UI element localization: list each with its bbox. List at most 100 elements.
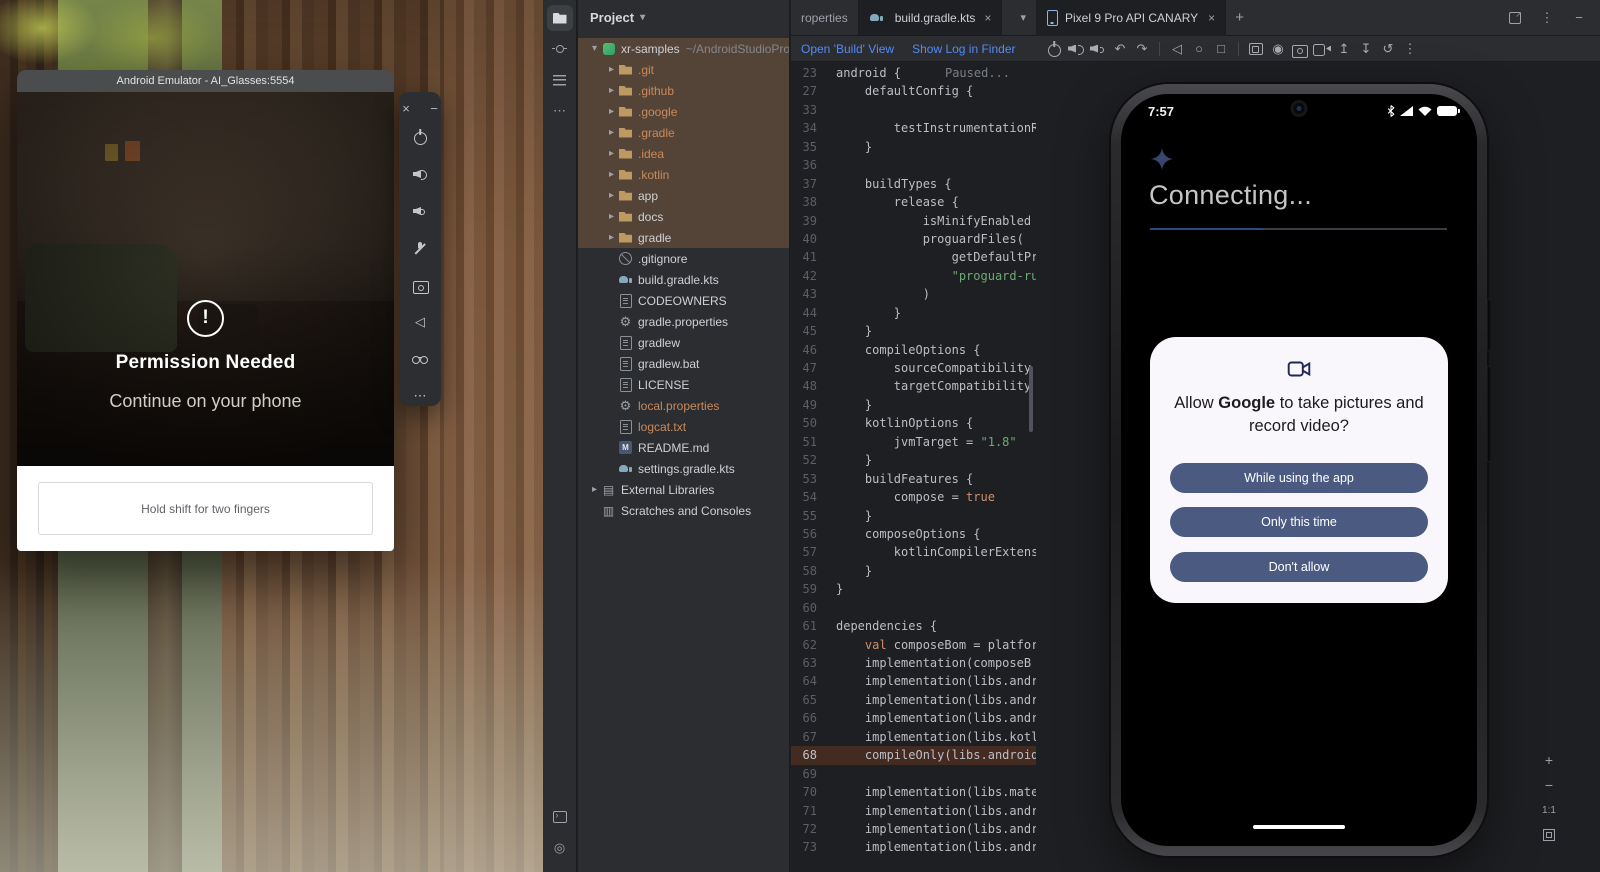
line-number: 61 xyxy=(791,617,823,635)
overview-icon[interactable]: □ xyxy=(1211,40,1231,58)
gradle-icon xyxy=(618,461,633,476)
close-tab-icon[interactable]: × xyxy=(1208,11,1215,25)
chevron-icon[interactable]: ▸ xyxy=(605,64,618,75)
tree-item-gitignore[interactable]: .gitignore xyxy=(578,248,789,269)
phone-screen[interactable]: 7:57 Connecting... xyxy=(1121,94,1477,846)
chevron-icon[interactable]: ▸ xyxy=(605,190,618,201)
tree-item-logcat-txt[interactable]: logcat.txt xyxy=(578,416,789,437)
tree-item-gradlew-bat[interactable]: gradlew.bat xyxy=(578,353,789,374)
tab-pixel-9-pro-api-canary[interactable]: Pixel 9 Pro API CANARY × xyxy=(1036,0,1226,36)
tool-strip-logcat[interactable]: ◎ xyxy=(547,835,573,861)
tree-item-label: .kotlin xyxy=(638,168,669,182)
camera-icon[interactable] xyxy=(411,276,429,294)
tree-item-build-gradle-kts[interactable]: build.gradle.kts xyxy=(578,269,789,290)
tree-item-kotlin[interactable]: ▸ .kotlin xyxy=(578,164,789,185)
tree-item-scratches-and-consoles[interactable]: ▥Scratches and Consoles xyxy=(578,500,789,521)
zoom-level-icon[interactable]: 1:1 xyxy=(1540,801,1558,819)
code-line: targetCompatibility xyxy=(823,377,1036,395)
permission-message: Allow Google to take pictures and record… xyxy=(1150,392,1448,438)
emulator-title-bar[interactable]: Android Emulator - AI_Glasses:5554 xyxy=(17,70,394,92)
banner-link-open-build-view[interactable]: Open 'Build' View xyxy=(801,42,894,56)
zoom-fit-icon[interactable] xyxy=(1540,826,1558,844)
tree-item-idea[interactable]: ▸.idea xyxy=(578,143,789,164)
zoom-in-icon[interactable]: + xyxy=(1540,751,1558,769)
glasses-icon[interactable] xyxy=(411,350,429,368)
tree-item-google[interactable]: ▸.google xyxy=(578,101,789,122)
back-icon[interactable]: ◁ xyxy=(1167,40,1187,58)
tool-strip-more[interactable]: ⋯ xyxy=(547,98,573,124)
chevron-icon[interactable]: ▸ xyxy=(605,85,618,96)
chevron-icon[interactable]: ▾ xyxy=(588,43,601,54)
editor-scrollbar[interactable] xyxy=(1029,366,1033,432)
tool-strip-structure[interactable] xyxy=(547,67,573,93)
project-panel-header[interactable]: Project ▾ xyxy=(578,0,789,34)
tree-item-docs[interactable]: ▸docs xyxy=(578,206,789,227)
tree-item-codeowners[interactable]: CODEOWNERS xyxy=(578,290,789,311)
tree-item-gradle[interactable]: ▸gradle xyxy=(578,227,789,248)
banner-link-show-log-in-finder[interactable]: Show Log in Finder xyxy=(912,42,1015,56)
chevron-icon[interactable]: ▸ xyxy=(605,169,618,180)
chevron-icon[interactable]: ▸ xyxy=(605,106,618,117)
tree-item-settings-gradle-kts[interactable]: settings.gradle.kts xyxy=(578,458,789,479)
close-icon[interactable]: × xyxy=(397,99,415,117)
video-icon[interactable] xyxy=(1312,40,1332,58)
more-icon[interactable]: ⋮ xyxy=(1400,40,1420,58)
tree-item-local-properties[interactable]: ⚙local.properties xyxy=(578,395,789,416)
chevron-down-icon[interactable]: ▾ xyxy=(640,12,645,23)
tree-item-git[interactable]: ▸.git xyxy=(578,59,789,80)
share-icon[interactable]: ↥ xyxy=(1334,40,1354,58)
rotate-right-icon[interactable]: ↷ xyxy=(1132,40,1152,58)
more-icon[interactable]: ⋯ xyxy=(411,387,429,405)
tree-item-readme-md[interactable]: MREADME.md xyxy=(578,437,789,458)
volume-up-icon[interactable] xyxy=(1066,40,1086,58)
tree-item-external-libraries[interactable]: ▸▤External Libraries xyxy=(578,479,789,500)
tree-item-app[interactable]: ▸app xyxy=(578,185,789,206)
power-icon[interactable] xyxy=(1044,40,1064,58)
minimize-icon[interactable]: − xyxy=(425,99,443,117)
open-in-window-icon[interactable] xyxy=(1506,9,1524,27)
tree-item-github[interactable]: ▸.github xyxy=(578,80,789,101)
line-number: 54 xyxy=(791,488,823,506)
emulator-screen[interactable]: ! Permission Needed Continue on your pho… xyxy=(17,92,394,466)
zoom-out-icon[interactable]: − xyxy=(1540,776,1558,794)
power-icon[interactable] xyxy=(411,128,429,146)
tree-item-xr-samples[interactable]: ▾xr-samples~/AndroidStudioProje xyxy=(578,38,789,59)
permission-button-dont-allow[interactable]: Don't allow xyxy=(1170,552,1428,582)
tab-list-icon[interactable]: ▾ xyxy=(1020,11,1026,24)
chevron-icon[interactable]: ▸ xyxy=(605,211,618,222)
screen-record-icon[interactable]: ◉ xyxy=(1268,40,1288,58)
tree-item-license[interactable]: LICENSE xyxy=(578,374,789,395)
line-number: 58 xyxy=(791,562,823,580)
tree-item-gradlew[interactable]: gradlew xyxy=(578,332,789,353)
chevron-icon[interactable]: ▸ xyxy=(605,232,618,243)
tab-build-gradle-kts[interactable]: build.gradle.kts × xyxy=(859,0,1003,35)
mic-off-icon[interactable] xyxy=(411,239,429,257)
volume-up-icon[interactable] xyxy=(411,165,429,183)
close-tab-icon[interactable]: × xyxy=(984,11,991,25)
tree-item-label: .gradle xyxy=(638,126,675,140)
volume-down-icon[interactable] xyxy=(411,202,429,220)
hide-icon[interactable]: − xyxy=(1570,9,1588,27)
tool-strip-terminal[interactable] xyxy=(547,804,573,830)
tool-strip-project[interactable] xyxy=(547,5,573,31)
rotate-left-icon[interactable]: ↶ xyxy=(1110,40,1130,58)
volume-down-icon[interactable] xyxy=(1088,40,1108,58)
chevron-icon[interactable]: ▸ xyxy=(605,127,618,138)
back-icon[interactable]: ◁ xyxy=(411,313,429,331)
more-icon[interactable]: ⋮ xyxy=(1538,9,1556,27)
snapshot-icon[interactable]: ↺ xyxy=(1378,40,1398,58)
permission-button-allow-while-using[interactable]: While using the app xyxy=(1170,463,1428,493)
save-icon[interactable]: ↧ xyxy=(1356,40,1376,58)
new-tab-button[interactable]: + xyxy=(1235,9,1244,26)
code-editor[interactable]: 2327333435363738394041424344454647484950… xyxy=(791,62,1036,872)
tree-item-gradle[interactable]: ▸ .gradle xyxy=(578,122,789,143)
home-icon[interactable]: ○ xyxy=(1189,40,1209,58)
tool-strip-commit[interactable] xyxy=(547,36,573,62)
camera-icon[interactable] xyxy=(1290,40,1310,58)
permission-button-allow-only-this-time[interactable]: Only this time xyxy=(1170,507,1428,537)
chevron-icon[interactable]: ▸ xyxy=(605,148,618,159)
tree-item-gradle-properties[interactable]: ⚙gradle.properties xyxy=(578,311,789,332)
chevron-icon[interactable]: ▸ xyxy=(588,484,601,495)
screenshot-icon[interactable] xyxy=(1246,40,1266,58)
tab-gradle-properties[interactable]: roperties xyxy=(791,0,859,35)
